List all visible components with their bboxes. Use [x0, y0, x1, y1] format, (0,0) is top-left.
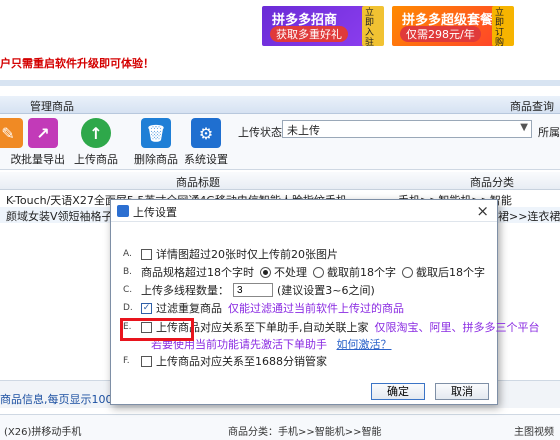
- option-f-label[interactable]: 上传商品对应关系至1688分销管家: [156, 353, 327, 369]
- delete-goods-button[interactable]: 🗑 删除商品: [134, 118, 178, 167]
- upload-icon: ↑: [81, 118, 111, 148]
- upload-settings-dialog: 上传设置 × A. 详情图超过20张时仅上传前20张图片 B. 商品规格超过18…: [110, 199, 540, 405]
- order-now-text: 立即订购: [495, 8, 505, 48]
- option-f-row: F. 上传商品对应关系至1688分销管家: [123, 353, 327, 369]
- join-now-tag[interactable]: 立即入驻: [362, 6, 384, 48]
- cancel-button[interactable]: 取消: [435, 383, 489, 400]
- upload-status-select[interactable]: 未上传 ▼: [282, 120, 532, 138]
- table-header: 商品标题 商品分类: [0, 172, 560, 190]
- attr-label: 所属: [538, 126, 560, 139]
- thread-count-hint: (建议设置3~6之间): [277, 284, 375, 297]
- column-title[interactable]: 商品标题: [176, 174, 220, 190]
- divider: [0, 80, 560, 86]
- radio-no-process-label[interactable]: 不处理: [274, 264, 307, 280]
- option-d-label[interactable]: 过滤重复商品: [156, 300, 222, 316]
- option-c-row: C. 上传多线程数量： (建议设置3~6之间): [123, 282, 375, 298]
- radio-keep-first-18[interactable]: [313, 266, 324, 278]
- menu-manage-goods[interactable]: 管理商品: [30, 98, 74, 114]
- option-letter: C.: [123, 285, 133, 295]
- option-b-row: B. 商品规格超过18个字时 不处理 截取前18个字 截取后18个字: [123, 264, 485, 280]
- dialog-title: 上传设置: [133, 206, 177, 219]
- option-letter: B.: [123, 267, 133, 277]
- upload-status-label: 上传状态: [238, 126, 282, 139]
- option-a-row: A. 详情图超过20张时仅上传前20张图片: [123, 246, 338, 262]
- option-b-label: 商品规格超过18个字时: [141, 266, 254, 279]
- column-category[interactable]: 商品分类: [470, 174, 514, 190]
- option-letter: D.: [123, 303, 133, 313]
- system-settings-label: 系统设置: [184, 153, 228, 166]
- top-banner: 拼多多招商 获取多重好礼 立即入驻 拼多多超级套餐 仅需298元/年 立即订购: [0, 0, 560, 52]
- upload-goods-label: 上传商品: [74, 153, 118, 166]
- menu-goods-query[interactable]: 商品查询: [510, 98, 554, 114]
- upload-status-value: 未上传: [287, 124, 320, 137]
- highlight-box: [120, 318, 194, 341]
- upgrade-notice: 户只需重启软件升级即可体验！: [0, 57, 154, 70]
- batch-export-label: 批量导出: [21, 153, 65, 166]
- gear-icon: ⚙: [191, 118, 221, 148]
- radio-no-process[interactable]: [260, 266, 271, 278]
- option-f-checkbox[interactable]: [141, 355, 152, 367]
- radio-keep-first-18-label[interactable]: 截取前18个字: [327, 264, 396, 280]
- dialog-titlebar[interactable]: 上传设置 ×: [111, 200, 497, 222]
- option-a-checkbox[interactable]: [141, 248, 152, 260]
- option-e-note: 仅限淘宝、阿里、拼多多三个平台: [374, 321, 540, 334]
- detail-video: 主图视频: [514, 427, 554, 438]
- ad-subtitle: 仅需298元/年: [400, 26, 481, 42]
- menu-bar: 管理商品 商品查询: [0, 96, 560, 114]
- close-icon[interactable]: ×: [476, 202, 489, 220]
- order-now-tag[interactable]: 立即订购: [492, 6, 514, 48]
- ad-subtitle: 获取多重好礼: [270, 26, 348, 42]
- option-d-row: D. ✓ 过滤重复商品 仅能过滤通过当前软件上传过的商品: [123, 300, 404, 316]
- option-d-note: 仅能过滤通过当前软件上传过的商品: [228, 302, 404, 315]
- chevron-down-icon: ▼: [520, 122, 528, 133]
- how-to-activate-link[interactable]: 如何激活？: [337, 338, 392, 351]
- radio-keep-last-18-label[interactable]: 截取后18个字: [416, 264, 485, 280]
- toolbar: ✎ 改 ↗ 批量导出 ↑ 上传商品 🗑 删除商品 ⚙ 系统设置 上传状态 未上传…: [0, 114, 560, 170]
- ok-button[interactable]: 确定: [371, 383, 425, 400]
- option-a-label[interactable]: 详情图超过20张时仅上传前20张图片: [156, 246, 338, 262]
- system-settings-button[interactable]: ⚙ 系统设置: [184, 118, 228, 167]
- detail-left: (X26)拼移动手机: [4, 427, 82, 438]
- detail-strip: (X26)拼移动手机 商品分类：手机>>智能机>>智能 主图视频: [0, 414, 560, 440]
- option-c-label: 上传多线程数量：: [141, 284, 229, 297]
- row-category: 裙>>连衣裙: [498, 210, 560, 223]
- option-letter: F.: [123, 356, 130, 366]
- export-icon: ↗: [28, 118, 58, 148]
- batch-export-button[interactable]: ↗ 批量导出: [20, 118, 66, 167]
- radio-keep-last-18[interactable]: [402, 266, 413, 278]
- option-letter: A.: [123, 249, 132, 259]
- app-icon: [117, 205, 129, 217]
- upload-goods-button[interactable]: ↑ 上传商品: [74, 118, 118, 167]
- join-now-text: 立即入驻: [365, 8, 375, 48]
- option-d-checkbox[interactable]: ✓: [141, 302, 152, 314]
- delete-goods-label: 删除商品: [134, 153, 178, 166]
- detail-category: 商品分类：手机>>智能机>>智能: [228, 427, 382, 438]
- thread-count-input[interactable]: [233, 283, 273, 297]
- trash-icon: 🗑: [141, 118, 171, 148]
